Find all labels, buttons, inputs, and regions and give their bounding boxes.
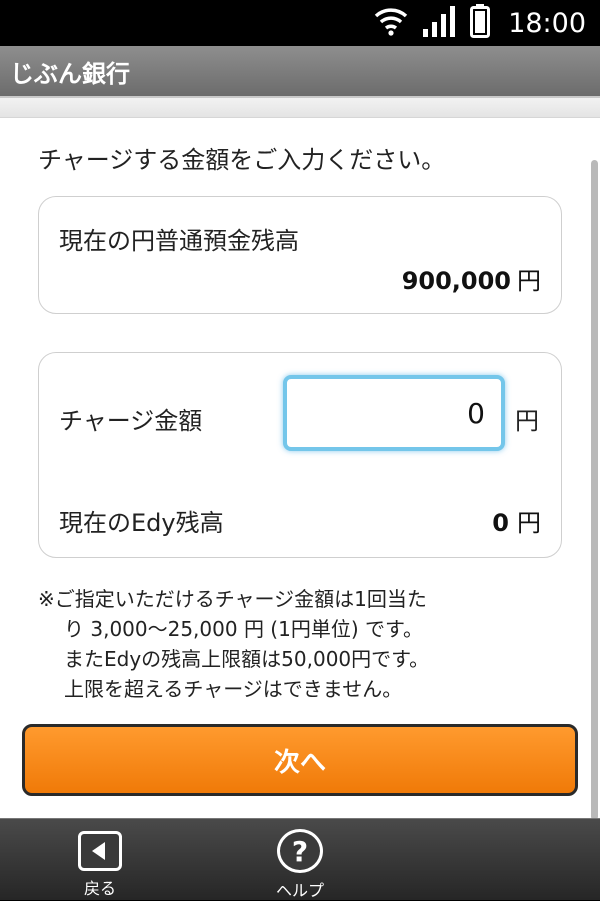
back-button[interactable]: 戻る	[45, 819, 155, 901]
next-button[interactable]: 次へ	[22, 724, 578, 796]
edy-balance-value: 0	[492, 509, 509, 537]
signal-icon	[422, 5, 456, 41]
app-header: じぶん銀行	[0, 46, 600, 98]
edy-balance-unit: 円	[517, 509, 541, 537]
status-icons: 18:00	[374, 0, 586, 46]
help-button[interactable]: ? ヘルプ	[245, 819, 355, 901]
header-strip	[0, 98, 600, 118]
edy-balance-label: 現在のEdy残高	[59, 509, 224, 537]
back-label: 戻る	[83, 879, 116, 898]
balance-card: 現在の円普通預金残高 900,000 円	[38, 196, 562, 314]
balance-value: 900,000	[401, 267, 511, 295]
app-title: じぶん銀行	[10, 60, 130, 88]
notice-line: り 3,000〜25,000 円 (1円単位) です。	[64, 617, 423, 641]
help-icon: ?	[277, 829, 323, 873]
bottom-nav-bar: 戻る ? ヘルプ	[0, 818, 600, 900]
help-label: ヘルプ	[275, 881, 324, 900]
notice-line: ※ご指定いただけるチャージ金額は1回当た	[38, 587, 427, 611]
status-time: 18:00	[508, 7, 586, 39]
notice-line: またEdyの残高上限額は50,000円です。	[64, 647, 430, 671]
charge-card: チャージ金額 円 現在のEdy残高 0 円	[38, 352, 562, 558]
balance-amount: 900,000 円	[402, 261, 541, 296]
balance-label: 現在の円普通預金残高	[59, 227, 299, 255]
wifi-icon	[374, 6, 408, 40]
notice-line: 上限を超えるチャージはできません。	[64, 677, 403, 701]
instruction-text: チャージする金額をご入力ください。	[38, 146, 446, 174]
scrollbar[interactable]	[591, 160, 598, 820]
charge-unit: 円	[515, 407, 539, 435]
charge-notice: ※ご指定いただけるチャージ金額は1回当た り 3,000〜25,000 円 (1…	[38, 584, 578, 704]
balance-unit: 円	[517, 267, 541, 295]
status-bar: 18:00	[0, 0, 600, 46]
edy-balance-amount: 0 円	[492, 503, 541, 538]
charge-label: チャージ金額	[59, 407, 203, 435]
back-arrow-icon	[78, 831, 122, 871]
battery-icon	[470, 4, 491, 42]
charge-amount-input[interactable]	[283, 375, 505, 451]
